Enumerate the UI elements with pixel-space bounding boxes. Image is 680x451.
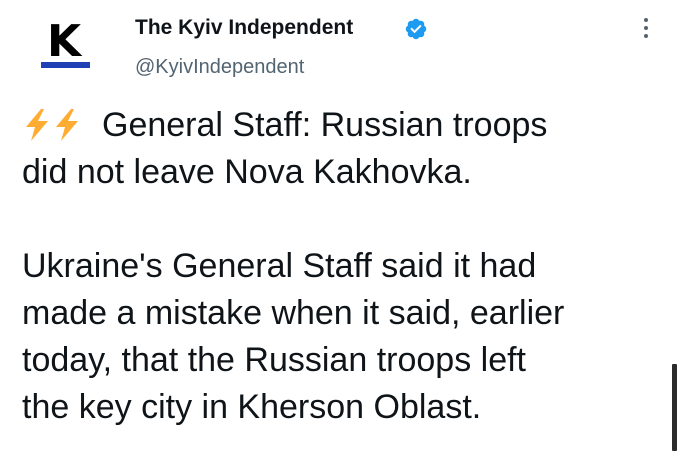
headline-text: General Staff: Russian troops [102, 106, 548, 144]
tweet-line: the key city in Kherson Oblast. [22, 388, 482, 426]
tweet-headline-line: General Staff: Russian troops [22, 102, 662, 149]
tweet-line: today, that the Russian troops left [22, 341, 526, 379]
avatar[interactable]: K [27, 13, 103, 75]
avatar-logo-bar [41, 62, 90, 68]
headline-emoji [22, 102, 82, 149]
tweet-text: General Staff: Russian troops did not le… [22, 102, 662, 431]
tweet-line: did not leave Nova Kakhovka. [22, 153, 472, 191]
tweet-card[interactable]: K The Kyiv Independent @KyivIndependent … [0, 0, 680, 451]
scrollbar[interactable] [672, 364, 677, 451]
high-voltage-icon [26, 109, 48, 141]
verified-badge-icon [405, 18, 427, 40]
more-options-icon[interactable] [636, 14, 656, 42]
high-voltage-icon [56, 109, 78, 141]
tweet-line: made a mistake when it said, earlier [22, 294, 565, 332]
author-handle[interactable]: @KyivIndependent [135, 54, 304, 80]
avatar-logo-letter: K [47, 16, 81, 67]
author-name[interactable]: The Kyiv Independent [135, 14, 353, 42]
tweet-line: Ukraine's General Staff said it had [22, 247, 537, 285]
